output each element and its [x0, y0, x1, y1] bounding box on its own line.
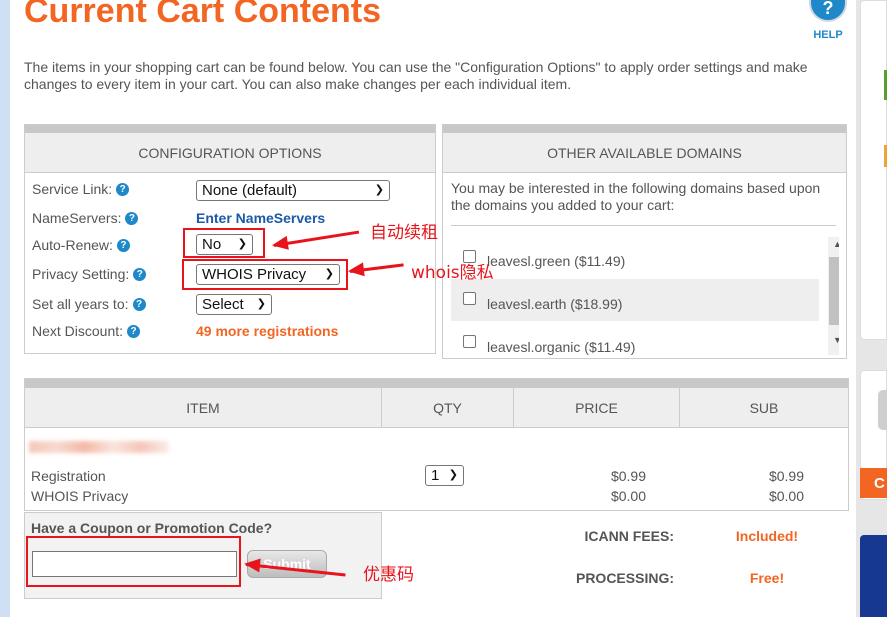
chevron-down-icon: ❯	[256, 298, 266, 310]
service-link-row: Service Link:?	[32, 181, 130, 197]
help-label: HELP	[813, 29, 843, 41]
configuration-options-heading: CONFIGURATION OPTIONS	[25, 133, 435, 173]
set-years-value: Select	[202, 296, 244, 313]
domain-suggestion-label: leavesl.green ($11.49)	[487, 253, 626, 269]
scrollbar-thumb[interactable]	[829, 257, 839, 325]
domain-suggestion-label: leavesl.earth ($18.99)	[487, 296, 623, 312]
quantity-value: 1	[431, 467, 440, 484]
auto-renew-highlight-box	[183, 228, 265, 258]
domain-checkbox[interactable]	[463, 335, 476, 348]
next-discount-value: 49 more registrations	[196, 323, 339, 339]
domain-suggestion-item[interactable]: leavesl.earth ($18.99)	[451, 279, 819, 321]
domain-suggestion-label: leavesl.organic ($11.49)	[487, 339, 636, 355]
set-years-label: Set all years to:	[32, 296, 129, 312]
item-subtotal: $0.99	[768, 468, 804, 484]
sidebar-orange-button[interactable]: C	[860, 468, 887, 498]
sidebar-search-icon	[878, 390, 887, 430]
item-name: Registration	[31, 468, 106, 484]
privacy-note: whois隐私	[411, 263, 494, 283]
next-discount-row: Next Discount:?	[32, 323, 141, 339]
enter-nameservers-link[interactable]: Enter NameServers	[196, 210, 325, 226]
item-price: $0.00	[610, 488, 646, 504]
set-years-row: Set all years to:?	[32, 296, 146, 312]
icann-fees-value: Included!	[735, 528, 799, 544]
panel-top-bar	[443, 125, 846, 133]
domain-suggestion-item[interactable]: leavesl.green ($11.49)	[451, 237, 819, 279]
auto-renew-row: Auto-Renew:?	[32, 237, 130, 253]
other-domains-panel: OTHER AVAILABLE DOMAINS You may be inter…	[442, 124, 847, 359]
question-icon[interactable]: ?	[116, 183, 130, 196]
auto-renew-note: 自动续租	[370, 223, 438, 243]
quantity-select[interactable]: 1 ❯	[425, 465, 464, 486]
domain-checkbox[interactable]	[463, 292, 476, 305]
coupon-label: Have a Coupon or Promotion Code?	[31, 520, 273, 536]
processing-value: Free!	[749, 570, 785, 586]
privacy-highlight-box	[182, 259, 348, 290]
column-header-qty: QTY	[382, 388, 514, 428]
item-price: $0.99	[610, 468, 646, 484]
page-title: Current Cart Contents	[24, 0, 382, 30]
scroll-up-icon[interactable]: ▲	[833, 239, 839, 249]
redacted-domain-name	[29, 441, 169, 453]
nameservers-row: NameServers:?	[32, 210, 139, 226]
next-discount-label: Next Discount:	[32, 323, 124, 339]
sidebar-panel-top	[860, 0, 887, 340]
nameservers-label: NameServers:	[32, 210, 122, 226]
auto-renew-label: Auto-Renew:	[32, 237, 113, 253]
column-header-item: ITEM	[25, 388, 382, 428]
divider	[451, 225, 836, 226]
question-icon[interactable]: ?	[127, 325, 141, 338]
scrollbar[interactable]: ▲ ▼	[828, 237, 839, 355]
column-header-price: PRICE	[514, 388, 680, 428]
service-link-value: None (default)	[202, 182, 298, 199]
coupon-highlight-box	[26, 536, 241, 587]
table-top-bar	[25, 379, 848, 388]
coupon-note: 优惠码	[363, 565, 414, 585]
question-icon[interactable]: ?	[132, 298, 146, 311]
icann-fees-label: ICANN FEES:	[584, 528, 674, 544]
cart-items-table: ITEM QTY PRICE SUB Registration 1 ❯ $0.99…	[24, 378, 849, 511]
question-icon[interactable]: ?	[125, 212, 139, 225]
left-background-strip	[0, 0, 10, 617]
service-link-select[interactable]: None (default) ❯	[196, 180, 390, 201]
panel-top-bar	[25, 125, 435, 133]
privacy-setting-row: Privacy Setting:?	[32, 266, 147, 282]
item-name: WHOIS Privacy	[31, 488, 129, 504]
domain-suggestion-item[interactable]: leavesl.organic ($11.49)	[451, 321, 819, 355]
processing-label: PROCESSING:	[575, 570, 674, 586]
domain-suggestion-list[interactable]: leavesl.green ($11.49) leavesl.earth ($1…	[451, 237, 839, 355]
item-subtotal: $0.00	[768, 488, 804, 504]
column-header-sub: SUB	[680, 388, 848, 428]
question-icon[interactable]: ?	[133, 268, 147, 281]
help-button[interactable]: ? HELP	[806, 0, 850, 41]
help-icon: ?	[809, 0, 847, 22]
service-link-label: Service Link:	[32, 181, 113, 197]
privacy-setting-label: Privacy Setting:	[32, 266, 130, 282]
sidebar-navy-panel	[860, 535, 887, 617]
intro-text: The items in your shopping cart can be f…	[24, 59, 808, 92]
chevron-down-icon: ❯	[374, 184, 384, 196]
scroll-down-icon[interactable]: ▼	[833, 335, 839, 345]
other-domains-heading: OTHER AVAILABLE DOMAINS	[443, 133, 846, 173]
set-years-select[interactable]: Select ❯	[196, 294, 272, 315]
chevron-down-icon: ❯	[448, 469, 458, 481]
other-domains-intro: You may be interested in the following d…	[451, 180, 821, 213]
question-icon[interactable]: ?	[116, 239, 130, 252]
